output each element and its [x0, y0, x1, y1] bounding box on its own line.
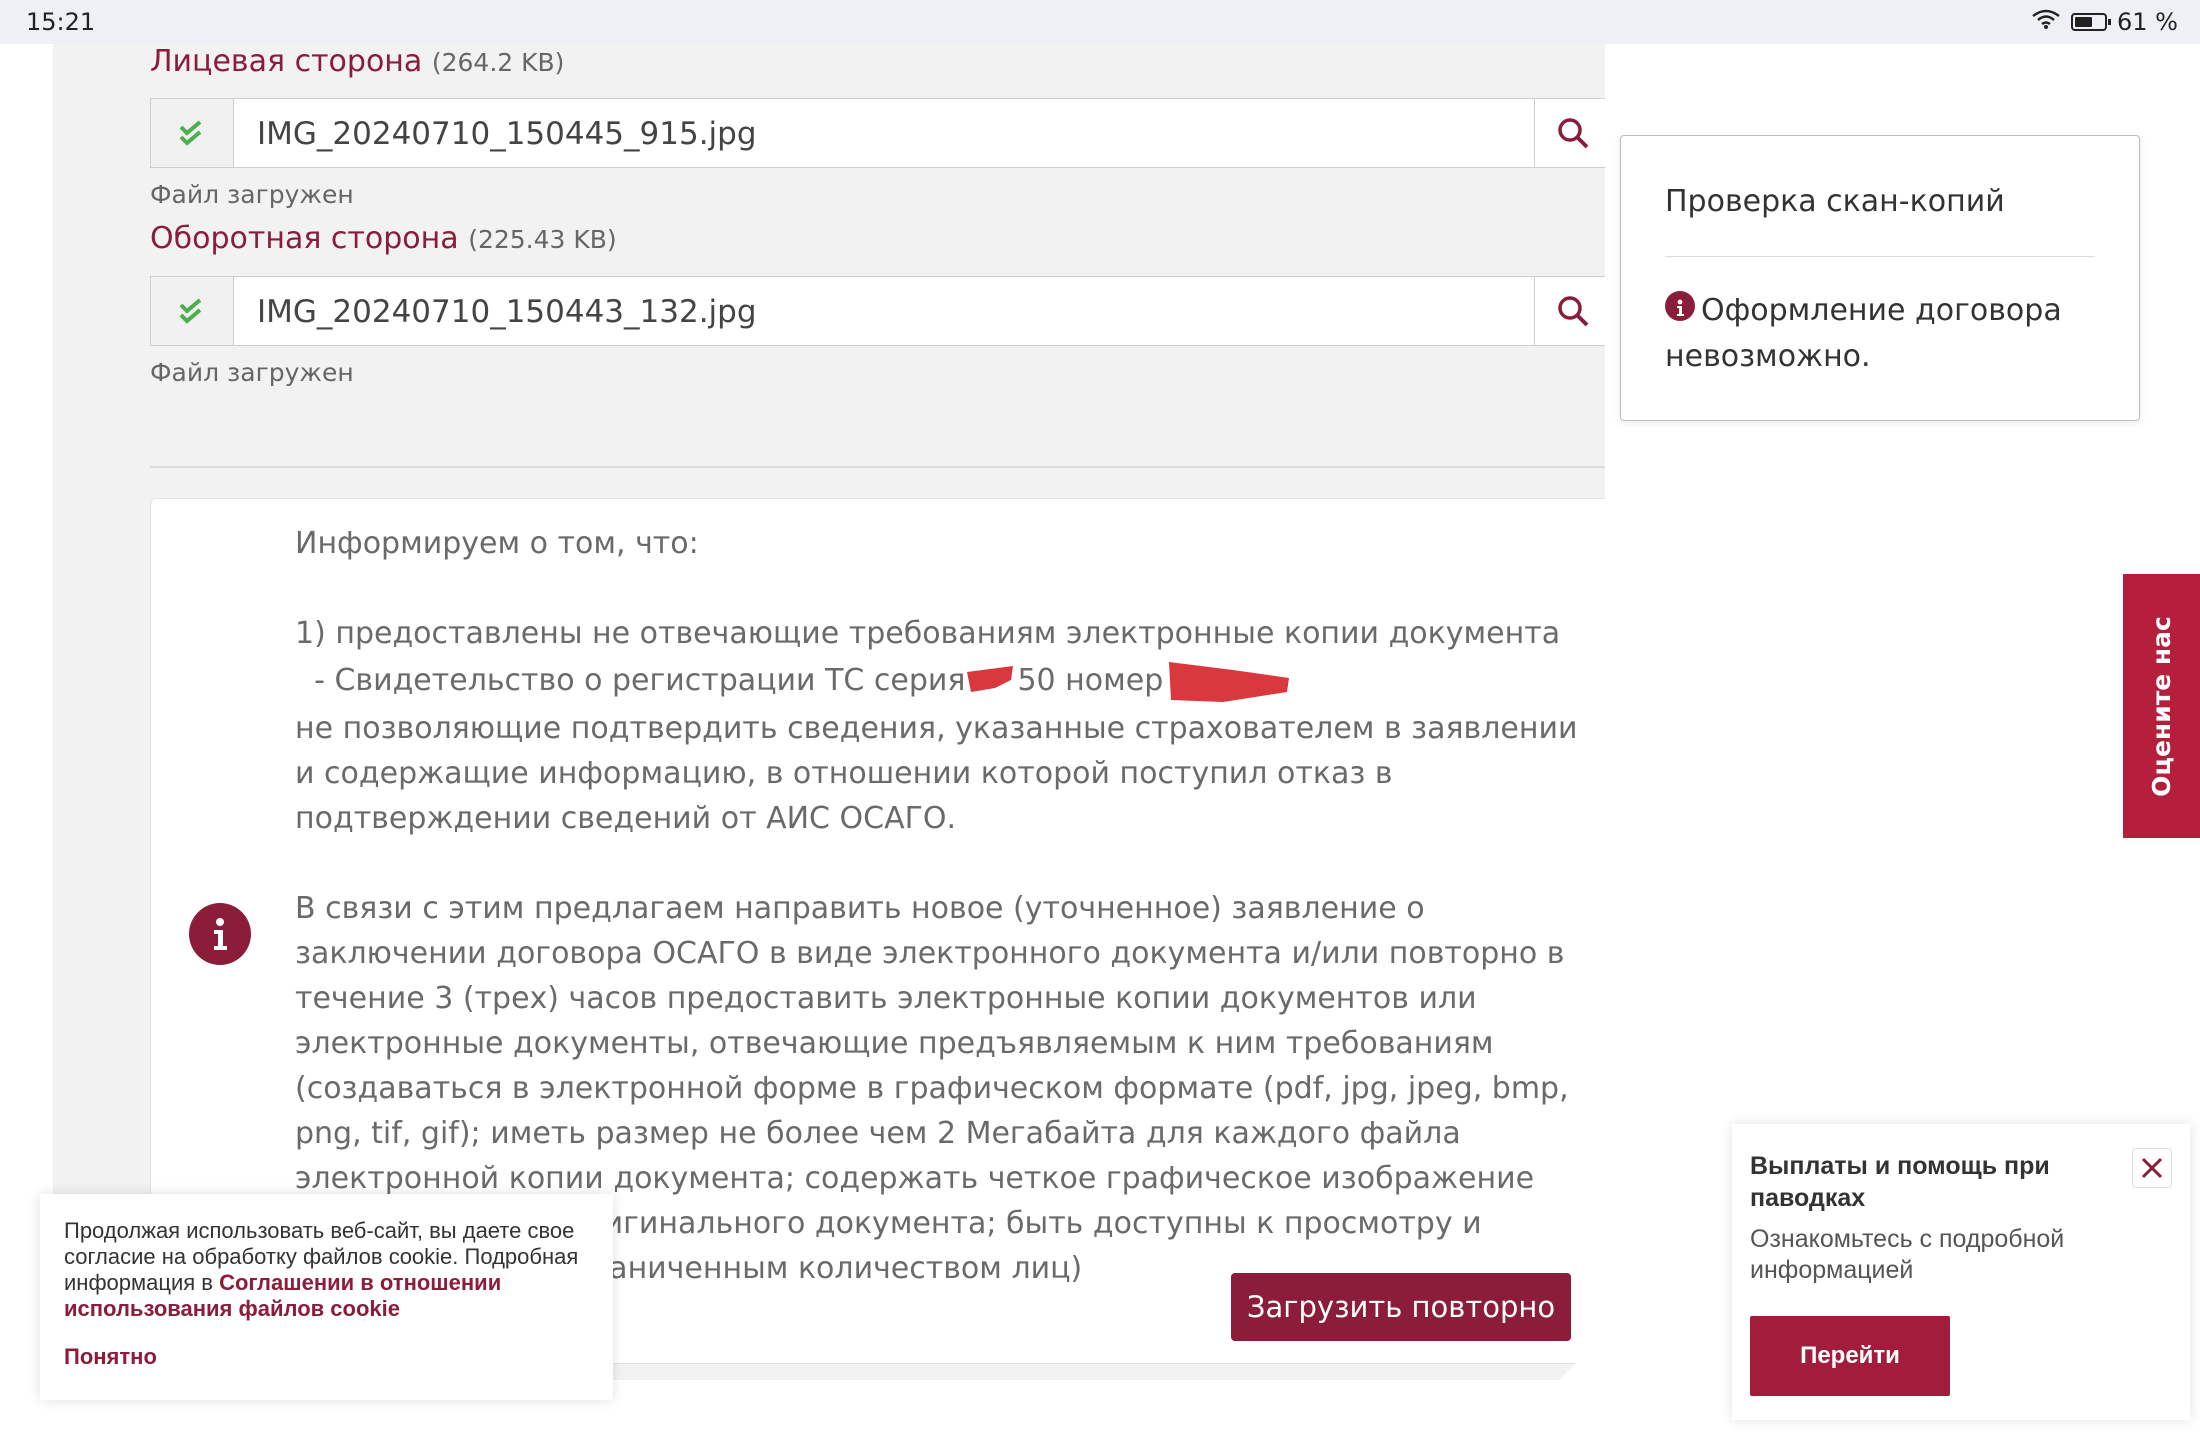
- status-bar: 15:21 61 %: [0, 0, 2200, 44]
- front-side-title: Лицевая сторона: [150, 44, 423, 79]
- wifi-icon: [2031, 8, 2061, 36]
- cookie-text: Продолжая использовать веб-сайт, вы дает…: [64, 1218, 594, 1322]
- back-side-file-field: IMG_20240710_150443_132.jpg: [150, 276, 1612, 346]
- notice-text: Информируем о том, что: 1) предоставлены…: [295, 521, 1585, 1291]
- scan-check-card: Проверка скан-копий Оформление договора …: [1620, 135, 2140, 421]
- back-side-size: (225.43 KB): [468, 225, 617, 254]
- close-icon: [2141, 1157, 2163, 1179]
- check-icon: [151, 99, 234, 167]
- status-time: 15:21: [26, 8, 96, 36]
- redaction-mark: [1163, 663, 1293, 698]
- flood-notice: Выплаты и помощь при паводках Ознакомьте…: [1732, 1124, 2190, 1420]
- search-icon: [1556, 116, 1590, 150]
- front-side-file-name: IMG_20240710_150445_915.jpg: [257, 116, 757, 152]
- front-side-status: Файл загружен: [150, 180, 354, 209]
- back-side-label: Оборотная сторона (225.43 KB): [150, 221, 617, 256]
- scan-check-message: Оформление договора невозможно.: [1665, 288, 2105, 380]
- front-side-label: Лицевая сторона (264.2 KB): [150, 44, 564, 79]
- cookie-banner: Продолжая использовать веб-сайт, вы дает…: [40, 1194, 613, 1400]
- notice-item1-document: - Свидетельство о регистрации ТС серия 50…: [295, 656, 1585, 706]
- notice-item1-rest: не позволяющие подтвердить сведения, ука…: [295, 711, 1578, 836]
- flood-notice-text: Ознакомьтесь с подробной информацией: [1750, 1225, 2065, 1284]
- status-right: 61 %: [2031, 8, 2178, 36]
- battery-icon: [2071, 13, 2112, 31]
- front-side-view-button[interactable]: [1534, 99, 1611, 167]
- notice-doc-series: 50: [1017, 663, 1056, 698]
- back-side-file-name: IMG_20240710_150443_132.jpg: [257, 294, 757, 330]
- check-icon: [151, 277, 234, 345]
- battery-percent: 61 %: [2117, 8, 2178, 36]
- close-button[interactable]: [2132, 1148, 2172, 1188]
- feedback-tab[interactable]: Оцените нас: [2123, 574, 2200, 838]
- notice-item1: 1) предоставлены не отвечающие требовани…: [295, 616, 1561, 651]
- search-icon: [1556, 294, 1590, 328]
- flood-notice-title: Выплаты и помощь при паводках: [1750, 1152, 2050, 1212]
- scan-check-title: Проверка скан-копий: [1665, 184, 2005, 219]
- cookie-accept-button[interactable]: Понятно: [64, 1344, 157, 1370]
- flood-notice-go-button[interactable]: Перейти: [1750, 1316, 1950, 1396]
- back-side-status: Файл загружен: [150, 358, 354, 387]
- back-side-title: Оборотная сторона: [150, 221, 459, 256]
- front-side-size: (264.2 KB): [431, 48, 565, 77]
- scan-check-message-text: Оформление договора невозможно.: [1665, 293, 2062, 374]
- redaction-mark: [965, 663, 1017, 698]
- notice-intro: Информируем о том, что:: [295, 526, 699, 561]
- feedback-tab-label: Оцените нас: [2147, 615, 2177, 797]
- notice-doc-prefix: - Свидетельство о регистрации ТС серия: [314, 663, 966, 698]
- info-icon: [189, 903, 251, 965]
- notice-doc-number-label: номер: [1065, 663, 1164, 698]
- main-panel: Лицевая сторона (264.2 KB) IMG_20240710_…: [53, 44, 1605, 1380]
- reupload-button[interactable]: Загрузить повторно: [1231, 1273, 1571, 1341]
- info-icon: [1665, 291, 1695, 321]
- section-divider: [150, 466, 1612, 468]
- back-side-view-button[interactable]: [1534, 277, 1611, 345]
- front-side-file-field: IMG_20240710_150445_915.jpg: [150, 98, 1612, 168]
- scan-check-divider: [1665, 256, 2095, 257]
